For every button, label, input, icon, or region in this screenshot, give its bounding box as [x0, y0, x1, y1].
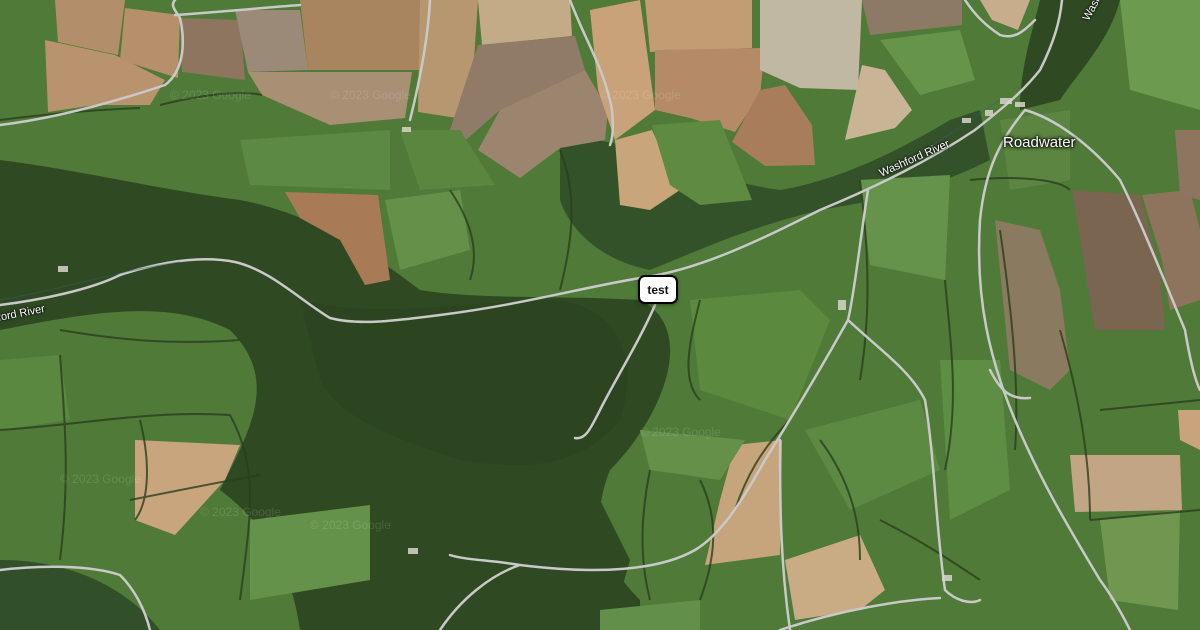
map-watermark: © 2023 Google	[310, 518, 391, 532]
map-marker-label: test	[647, 282, 669, 297]
map-watermark: © 2023 Google	[200, 505, 281, 519]
map-watermark: © 2023 Google	[170, 88, 251, 102]
map-watermark: © 2023 Google	[330, 88, 411, 102]
map-watermark: © 2023 Google	[60, 472, 141, 486]
map-marker-test[interactable]: test	[638, 275, 678, 304]
satellite-map[interactable]: © 2023 Google © 2023 Google © 2023 Googl…	[0, 0, 1200, 630]
map-watermark: © 2023 Google	[600, 88, 681, 102]
map-watermark: © 2023 Google	[640, 425, 721, 439]
place-label-roadwater: Roadwater	[1003, 134, 1076, 151]
